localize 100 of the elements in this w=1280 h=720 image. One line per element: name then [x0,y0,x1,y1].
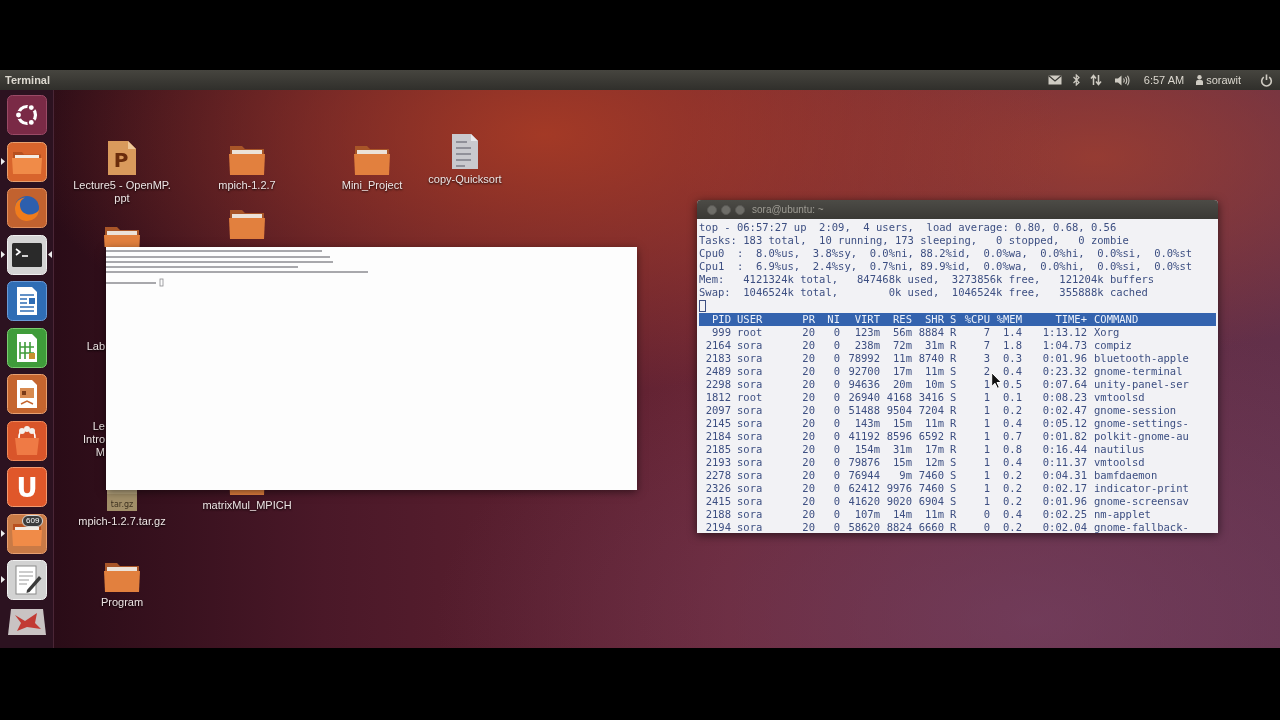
column-header[interactable]: S [950,313,957,326]
table-cell: sora [737,482,763,495]
folded-tile-icon[interactable] [7,606,47,637]
desktop-icon-label[interactable]: mpich-1.2.7.tar.gz [78,515,166,528]
table-cell: bluetooth-apple [1094,352,1189,365]
column-header[interactable]: %CPU [964,313,990,326]
table-cell: unity-panel-ser [1094,378,1189,391]
table-cell: S [950,482,957,495]
folder-icon[interactable] [354,145,390,176]
letter-tile-icon[interactable]: U [7,467,47,507]
column-header[interactable]: PR [802,313,815,326]
table-cell: 0 [983,521,990,534]
table-cell: 0.7 [1003,430,1022,443]
desktop-icon-label[interactable]: Mini_Project [341,179,403,192]
bluetooth-icon[interactable] [1072,74,1080,86]
column-header[interactable]: RES [893,313,912,326]
table-cell: vmtoolsd [1094,391,1145,404]
table-cell: 8824 [886,521,912,534]
table-cell: 1 [983,430,990,443]
table-cell: gnome-terminal [1094,365,1183,378]
table-cell: 10m [925,378,944,391]
column-header[interactable]: %MEM [996,313,1022,326]
folder-icon[interactable] [104,226,140,247]
table-cell: 0:11.37 [1042,456,1087,469]
column-header[interactable]: COMMAND [1094,313,1139,326]
table-cell: 0 [833,378,840,391]
mail-icon[interactable] [1047,75,1062,85]
desktop-icon-label[interactable]: Lab [86,340,105,353]
column-header[interactable]: NI [827,313,840,326]
table-cell: sora [737,417,763,430]
table-cell: bamfdaemon [1094,469,1158,482]
terminal-icon[interactable] [7,234,47,275]
desktop-icon-label[interactable]: Le Intro M [83,420,105,459]
folder-icon[interactable] [229,145,265,176]
table-cell: 1 [983,391,990,404]
table-cell: root [737,326,763,339]
clock[interactable]: 6:57 AM [1143,73,1185,87]
table-cell: 20 [802,443,815,456]
table-cell: 8596 [886,430,912,443]
archive-file-icon[interactable]: tar.gz [106,490,138,512]
table-cell: sora [737,456,763,469]
desktop-icon-label[interactable]: matrixMul_MPICH [202,499,292,512]
table-cell: 2 [983,365,990,378]
table-cell: 9m [899,469,912,482]
presentation-icon[interactable] [7,374,47,414]
volume-icon[interactable] [1114,74,1130,86]
spreadsheet-icon[interactable] [7,327,47,368]
column-header[interactable]: VIRT [854,313,880,326]
table-cell: 20 [802,469,815,482]
table-cell: 0 [833,326,840,339]
table-cell: 20 [802,326,815,339]
desktop-icon-label[interactable]: mpich-1.2.7 [218,179,276,192]
folder-icon[interactable] [7,141,47,182]
table-cell: 1 [983,404,990,417]
folder-icon[interactable] [229,209,265,240]
table-cell: 0:02.25 [1042,508,1087,521]
table-cell: sora [737,430,763,443]
table-cell: 6660 [918,521,944,534]
table-cell: sora [737,378,763,391]
table-cell: 0.5 [1003,378,1022,391]
desktop-icon-label[interactable]: copy-Quicksort [428,173,502,186]
folder-icon[interactable] [104,562,140,593]
table-cell: 0:01.96 [1042,495,1087,508]
network-icon[interactable] [1089,74,1102,86]
table-cell: 1.4 [1003,326,1022,339]
table-cell: 0.2 [1003,404,1022,417]
column-header[interactable]: PID [712,313,731,326]
notepad-pencil-icon[interactable] [7,560,47,600]
document-icon[interactable] [7,281,47,321]
table-cell: 56m [893,326,912,339]
column-header[interactable]: SHR [925,313,944,326]
table-cell: 31m [893,443,912,456]
user-name[interactable]: sorawit [1206,73,1241,87]
table-cell: 41192 [848,430,880,443]
presentation-file-icon[interactable]: P [107,140,137,176]
table-cell: 0 [833,430,840,443]
folder-icon[interactable] [7,513,47,554]
table-cell: 0 [833,456,840,469]
column-header[interactable]: TIME+ [1055,313,1087,326]
table-cell: Xorg [1094,326,1120,339]
power-icon[interactable] [1260,73,1273,87]
shopping-bag-icon[interactable] [7,420,47,461]
terminal-line: top - 06:57:27 up 2:09, 4 users, load average: 0.80, 0.68, 0.56 [699,221,1117,233]
column-header[interactable]: USER [737,313,763,326]
table-cell: 2184 [705,430,731,443]
logo-tile-icon[interactable] [7,95,47,135]
desktop-icon-label[interactable]: Lecture5 - OpenMP. ppt [73,179,171,205]
table-cell: 2183 [705,352,731,365]
table-cell: sora [737,365,763,378]
table-cell: 0:02.17 [1042,482,1087,495]
text-file-icon[interactable] [451,133,479,170]
table-cell: 20 [802,430,815,443]
table-cell: 7460 [918,469,944,482]
table-cell: 0 [833,482,840,495]
globe-icon[interactable] [7,188,47,228]
desktop-icon-label[interactable]: Program [100,596,144,609]
table-cell: 20 [802,508,815,521]
table-cell: 143m [854,417,880,430]
table-cell: 0 [833,365,840,378]
person-icon[interactable] [1196,75,1204,85]
